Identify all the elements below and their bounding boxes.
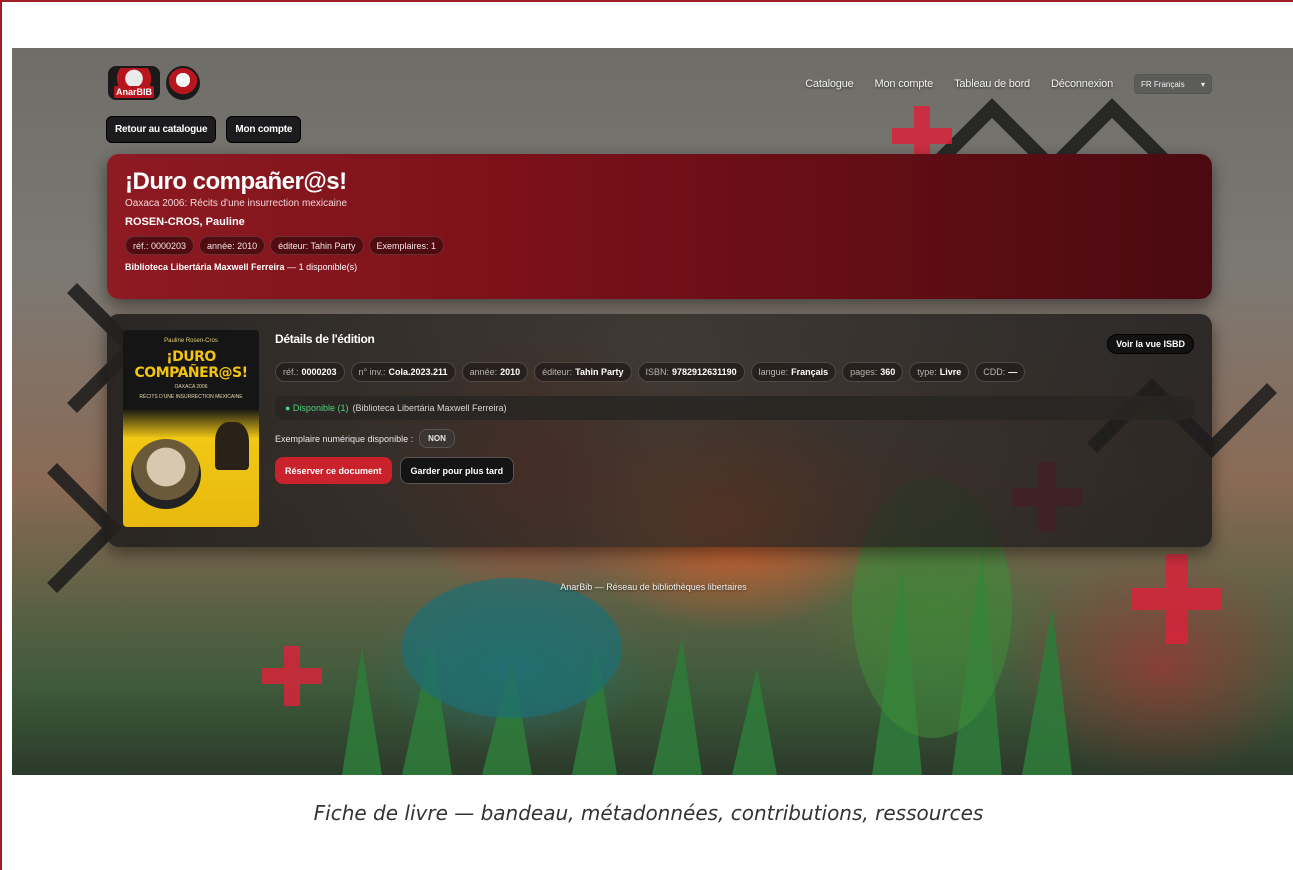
meta-isbn-label: ISBN: — [645, 367, 670, 377]
header-pill-year: année: 2010 — [199, 236, 266, 255]
reserve-button[interactable]: Réserver ce document — [275, 457, 392, 484]
availability-bar: ● Disponible (1) (Biblioteca Libertária … — [275, 396, 1195, 420]
meta-ref-value: 0000203 — [301, 367, 337, 377]
header-pills: réf.: 0000203 année: 2010 éditeur: Tahin… — [125, 236, 1194, 255]
meta-language-value: Français — [791, 367, 829, 377]
meta-language-label: langue: — [758, 367, 789, 377]
meta-pages-label: pages: — [850, 367, 878, 377]
library-name[interactable]: Biblioteca Libertária Maxwell Ferreira — [125, 262, 285, 272]
brand-logos[interactable]: AnarBIB — [108, 66, 200, 100]
meta-year-label: année: — [469, 367, 498, 377]
cover-face-illustration — [131, 439, 201, 509]
meta-publisher-value: Tahin Party — [575, 367, 624, 377]
digital-copy-badge: NON — [419, 429, 455, 448]
action-buttons: Réserver ce document Garder pour plus ta… — [275, 457, 515, 484]
cover-subtitle-2: RÉCITS D'UNE INSURRECTION MEXICAINE — [139, 394, 243, 400]
edition-metadata-row: réf.: 0000203 n° inv.: Cola.2023.211 année… — [275, 362, 1026, 382]
header-pill-publisher: éditeur: Tahin Party — [270, 236, 364, 255]
meta-isbn-value: 9782912631190 — [672, 367, 737, 377]
meta-year: année: 2010 — [461, 362, 529, 382]
meta-ref-label: réf.: — [283, 367, 299, 377]
meta-inventory: n° inv.: Cola.2023.211 — [350, 362, 456, 382]
library-logo[interactable] — [166, 66, 200, 100]
meta-cdd: CDD: — — [975, 362, 1026, 382]
availability-status: ● Disponible (1) — [285, 403, 349, 413]
meta-pages: pages: 360 — [842, 362, 904, 382]
logo-tag-text: AnarBIB — [114, 86, 154, 98]
meta-type-label: type: — [917, 367, 937, 377]
meta-publisher-label: éditeur: — [542, 367, 573, 377]
header-pill-ref: réf.: 0000203 — [125, 236, 195, 255]
meta-language: langue: Français — [750, 362, 837, 382]
book-subtitle: Oaxaca 2006: Récits d'une insurrection m… — [125, 198, 348, 209]
book-title: ¡Duro compañer@s! — [125, 168, 347, 195]
digital-copy-label: Exemplaire numérique disponible : — [275, 433, 414, 444]
cover-title: ¡DURO COMPAÑER@S! — [134, 349, 248, 381]
meta-publisher: éditeur: Tahin Party — [534, 362, 632, 382]
library-availability-line: Biblioteca Libertária Maxwell Ferreira —… — [125, 262, 1194, 272]
save-for-later-button[interactable]: Garder pour plus tard — [399, 457, 515, 484]
nav-catalogue-link[interactable]: Catalogue — [805, 78, 854, 90]
meta-cdd-value: — — [1008, 367, 1018, 377]
cover-subtitle-1: OAXACA 2006 — [174, 384, 208, 390]
language-select[interactable]: FR Français ▾ — [1134, 74, 1212, 94]
nav-logout-link[interactable]: Déconnexion — [1051, 78, 1113, 90]
cover-author: Pauline Rosen-Cros — [164, 338, 218, 344]
header-pill-copies: Exemplaires: 1 — [368, 236, 445, 255]
meta-type: type: Livre — [909, 362, 970, 382]
back-to-catalogue-button[interactable]: Retour au catalogue — [106, 116, 217, 143]
anarbib-logo[interactable]: AnarBIB — [108, 66, 160, 100]
document-frame: AnarBIB Catalogue Mon compte Tableau de … — [0, 0, 1293, 870]
book-author[interactable]: ROSEN-CROS, Pauline — [125, 216, 1194, 228]
meta-cdd-label: CDD: — [983, 367, 1006, 377]
nav-dashboard-link[interactable]: Tableau de bord — [954, 78, 1030, 90]
isbd-view-button[interactable]: Voir la vue ISBD — [1107, 334, 1194, 354]
meta-isbn: ISBN: 9782912631190 — [637, 362, 745, 382]
cover-fist-illustration — [215, 422, 249, 470]
book-cover-image: Pauline Rosen-Cros ¡DURO COMPAÑER@S! OAX… — [123, 330, 259, 527]
nav-account-link[interactable]: Mon compte — [875, 78, 934, 90]
language-value: FR Français — [1141, 79, 1185, 89]
meta-type-value: Livre — [939, 367, 962, 377]
meta-pages-value: 360 — [880, 367, 896, 377]
digital-copy-row: Exemplaire numérique disponible : NON — [275, 429, 455, 448]
meta-inventory-value: Cola.2023.211 — [388, 367, 448, 377]
my-account-button[interactable]: Mon compte — [226, 116, 302, 143]
meta-ref: réf.: 0000203 — [275, 362, 345, 382]
availability-library: (Biblioteca Libertária Maxwell Ferreira) — [352, 403, 507, 413]
details-heading: Détails de l'édition — [275, 332, 375, 346]
top-navigation: Catalogue Mon compte Tableau de bord Déc… — [805, 74, 1212, 94]
meta-inventory-label: n° inv.: — [358, 367, 386, 377]
library-availability-count: — 1 disponible(s) — [287, 262, 358, 272]
app-screenshot: AnarBIB Catalogue Mon compte Tableau de … — [12, 48, 1293, 775]
sub-navigation: Retour au catalogue Mon compte — [106, 116, 302, 143]
edition-details-card: Pauline Rosen-Cros ¡DURO COMPAÑER@S! OAX… — [107, 314, 1212, 547]
book-header-card: ¡Duro compañer@s! Oaxaca 2006: Récits d'… — [107, 154, 1212, 299]
meta-year-value: 2010 — [500, 367, 521, 377]
figure-caption: Fiche de livre — bandeau, métadonnées, c… — [313, 801, 984, 825]
chevron-down-icon: ▾ — [1200, 79, 1205, 89]
site-footer: AnarBib — Réseau de bibliothèques libert… — [560, 582, 747, 592]
